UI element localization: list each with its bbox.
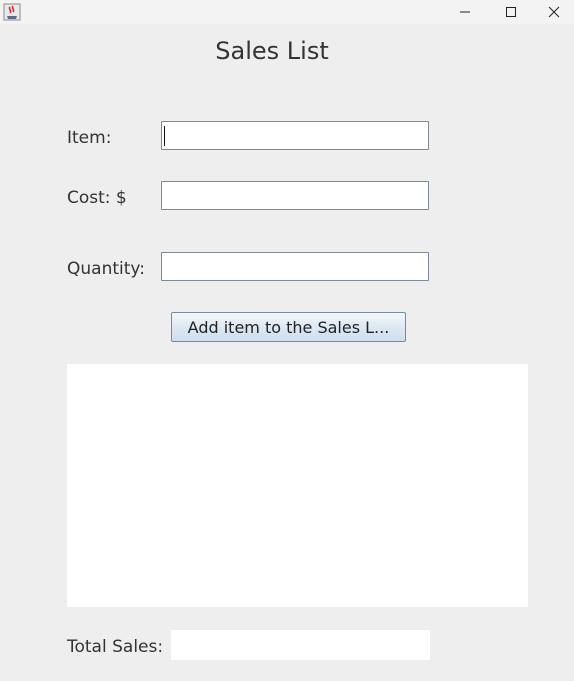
app-window: Sales List Item: Cost: $ Quantity: Add i… [0, 0, 574, 681]
quantity-input[interactable] [161, 252, 429, 281]
close-button[interactable] [534, 0, 574, 24]
close-icon [548, 6, 560, 18]
total-sales-label: Total Sales: [67, 637, 164, 657]
item-input[interactable] [161, 121, 429, 150]
minimize-icon [460, 11, 470, 13]
text-caret [164, 126, 165, 146]
java-coffee-icon[interactable] [3, 3, 21, 21]
sales-list[interactable] [67, 364, 528, 607]
add-item-button[interactable]: Add item to the Sales L... [171, 312, 406, 342]
total-sales-field [171, 630, 430, 660]
cost-input[interactable] [161, 181, 429, 210]
page-title: Sales List [215, 37, 329, 65]
minimize-button[interactable] [442, 0, 488, 24]
item-label: Item: [67, 128, 112, 148]
title-bar[interactable] [0, 0, 574, 24]
cost-label: Cost: $ [67, 188, 127, 208]
maximize-button[interactable] [488, 0, 534, 24]
quantity-label: Quantity: [67, 259, 145, 279]
maximize-icon [506, 7, 516, 17]
